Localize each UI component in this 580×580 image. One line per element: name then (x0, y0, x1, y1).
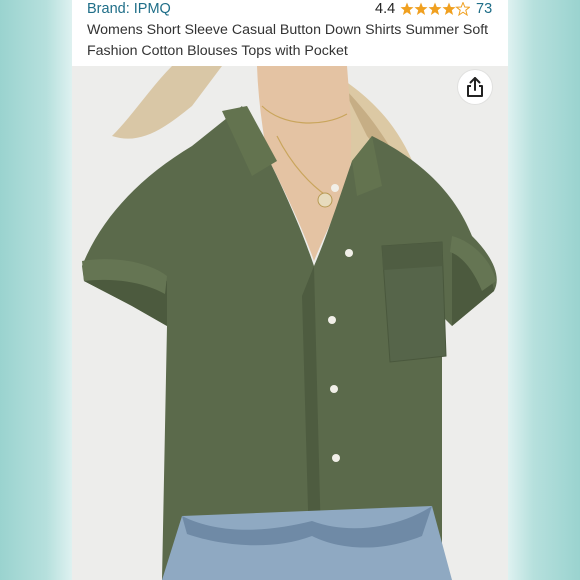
brand-link[interactable]: Brand: IPMQ (87, 1, 171, 17)
review-count-link[interactable]: 73 (476, 1, 492, 17)
share-button[interactable] (458, 70, 492, 104)
product-image[interactable] (72, 66, 508, 580)
share-icon (467, 77, 483, 97)
shirt-photo (72, 66, 508, 580)
rating-value: 4.4 (375, 1, 396, 17)
screen: Brand: IPMQ 4.4 73 Womens Short Sleeve C… (0, 0, 580, 580)
product-header: Brand: IPMQ 4.4 73 Womens Short Sleeve C… (72, 0, 508, 66)
product-card: Brand: IPMQ 4.4 73 Womens Short Sleeve C… (72, 0, 508, 580)
star-icon (400, 2, 456, 15)
rating-stars[interactable] (400, 2, 470, 16)
product-title: Womens Short Sleeve Casual Button Down S… (87, 22, 489, 59)
